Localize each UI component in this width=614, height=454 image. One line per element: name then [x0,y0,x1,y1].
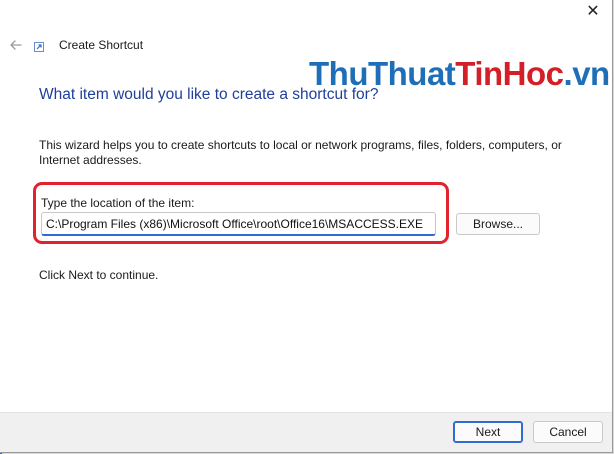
location-label: Type the location of the item: [41,196,195,210]
page-heading: What item would you like to create a sho… [39,86,379,103]
watermark-part3: .vn [563,55,611,92]
back-arrow-icon[interactable] [8,37,24,53]
browse-button[interactable]: Browse... [456,213,540,235]
next-button[interactable]: Next [453,421,523,443]
location-input[interactable] [41,212,436,236]
wizard-description: This wizard helps you to create shortcut… [39,138,562,167]
window-title: Create Shortcut [59,38,144,52]
continue-instruction: Click Next to continue. [39,268,159,282]
create-shortcut-dialog: ✕ Create Shortcut ThuThuatTinHoc.vn What… [0,0,613,453]
watermark-part2: TinHoc [455,55,564,92]
cancel-button[interactable]: Cancel [533,421,603,443]
close-icon[interactable]: ✕ [583,4,603,20]
shortcut-icon [34,42,44,52]
